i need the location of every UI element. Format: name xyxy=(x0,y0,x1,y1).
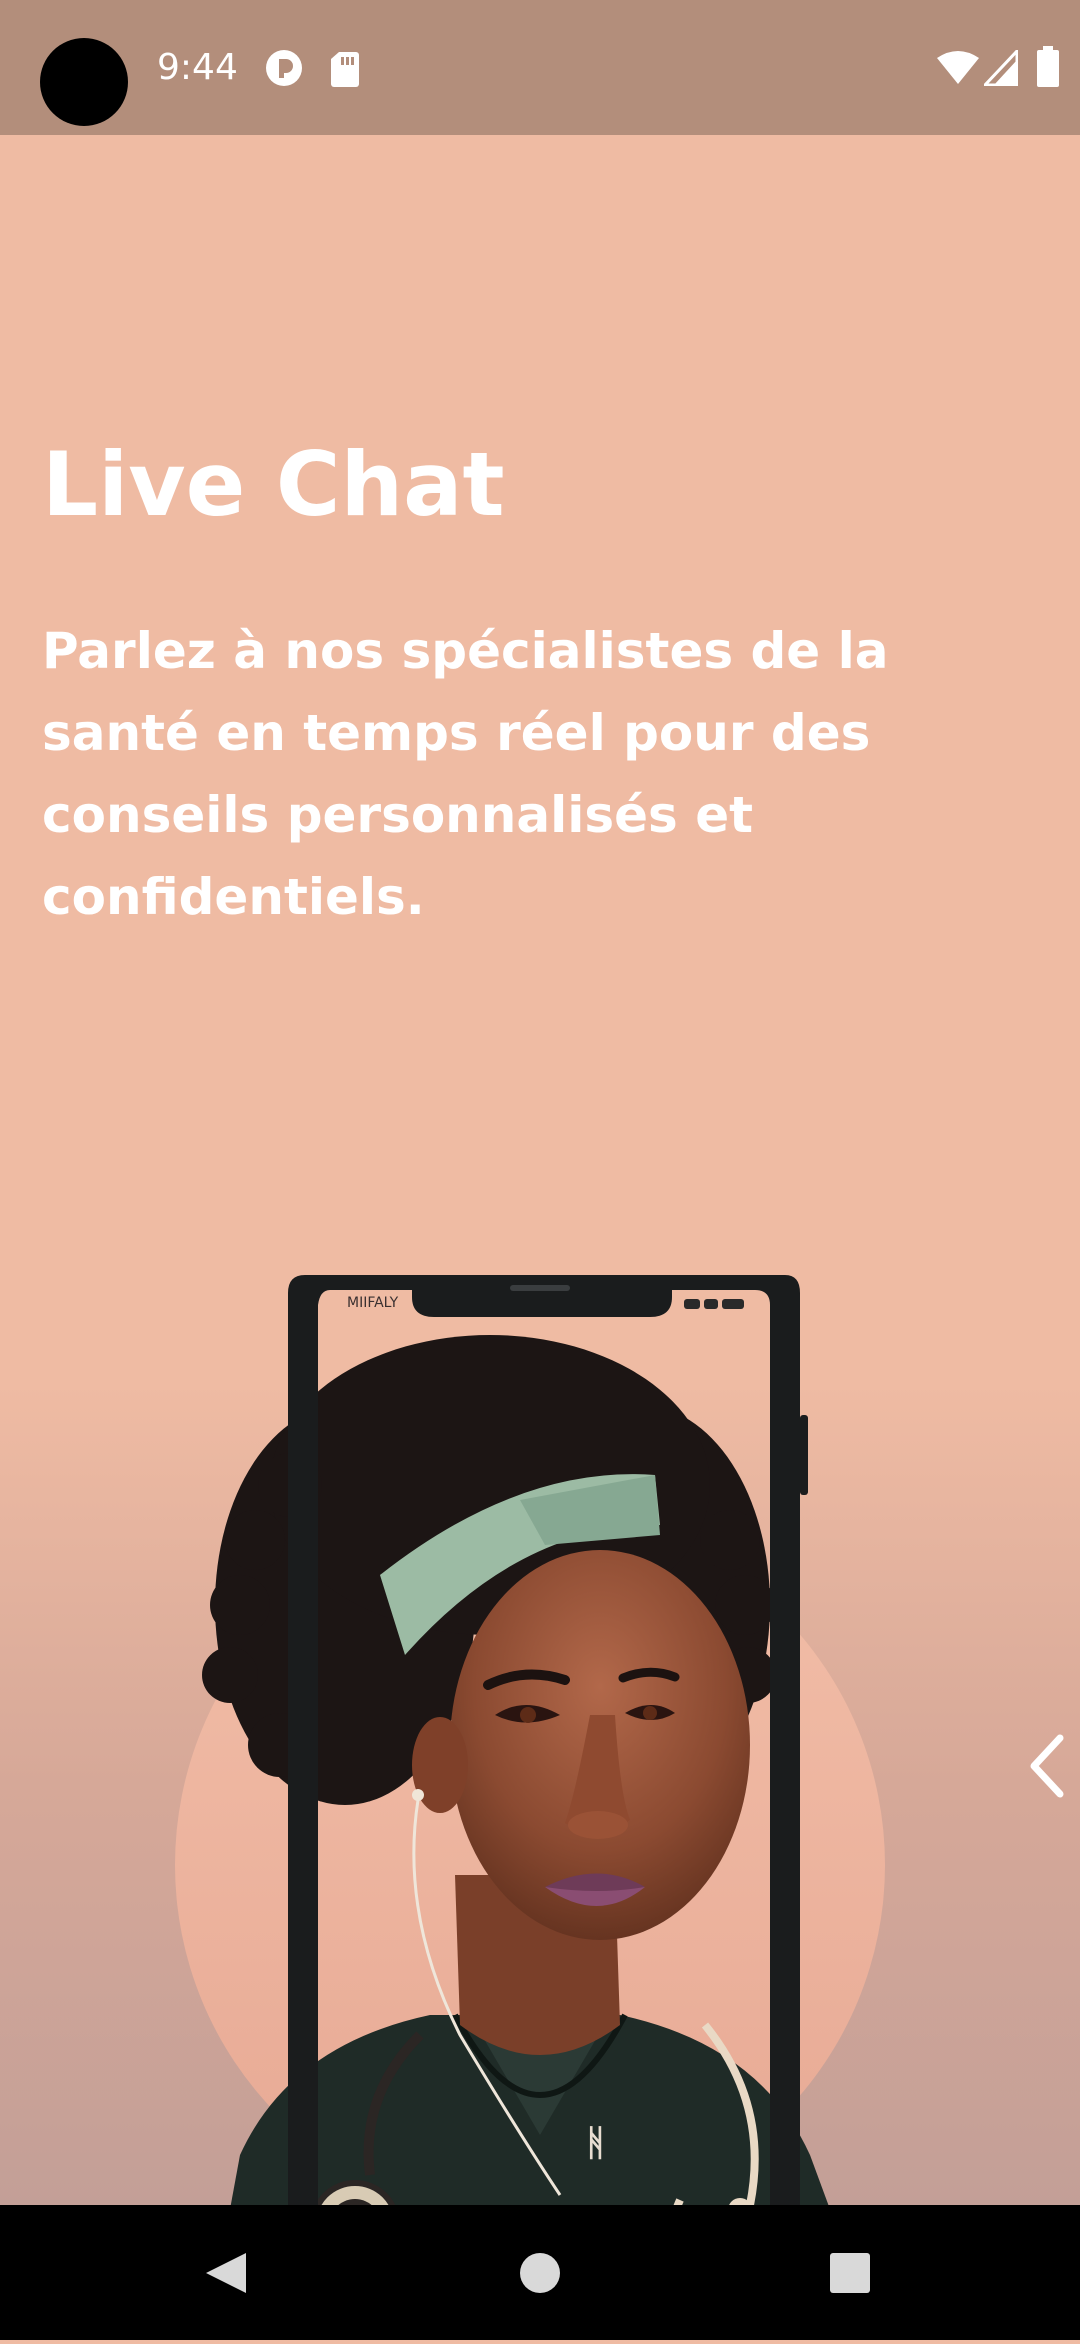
sd-card-icon xyxy=(331,52,359,87)
camera-cutout xyxy=(40,38,128,126)
battery-icon xyxy=(1037,46,1059,87)
nav-recents-button[interactable] xyxy=(760,2205,940,2340)
onboarding-page[interactable]: Live Chat Parlez à nos spécialistes de l… xyxy=(0,135,1080,2205)
previous-slide-button[interactable] xyxy=(1010,1720,1080,1810)
recents-icon xyxy=(830,2253,870,2293)
pinwheel-icon xyxy=(266,50,302,86)
home-icon xyxy=(520,2253,560,2293)
svg-text:ᚻ: ᚻ xyxy=(585,2123,607,2164)
nav-home-button[interactable] xyxy=(450,2205,630,2340)
chevron-left-icon xyxy=(1030,1734,1064,1798)
phone-notch xyxy=(412,1275,672,1317)
nav-back-button[interactable] xyxy=(135,2205,315,2340)
back-icon xyxy=(206,2253,246,2293)
system-nav-bar xyxy=(0,2205,1080,2340)
page-description: Parlez à nos spécialistes de la santé en… xyxy=(42,622,889,926)
nurse-phone-illustration: ᚻ MIIFALY WALROACLA NVEIE Vuce oasod fci… xyxy=(175,1275,885,2205)
signal-icon xyxy=(984,50,1018,86)
phone-status-left: MIIFALY xyxy=(347,1295,399,1311)
status-time: 9:44 xyxy=(157,47,238,88)
page-title: Live Chat xyxy=(42,433,505,536)
wifi-icon xyxy=(937,51,979,84)
status-bar: 9:44 xyxy=(0,0,1080,135)
